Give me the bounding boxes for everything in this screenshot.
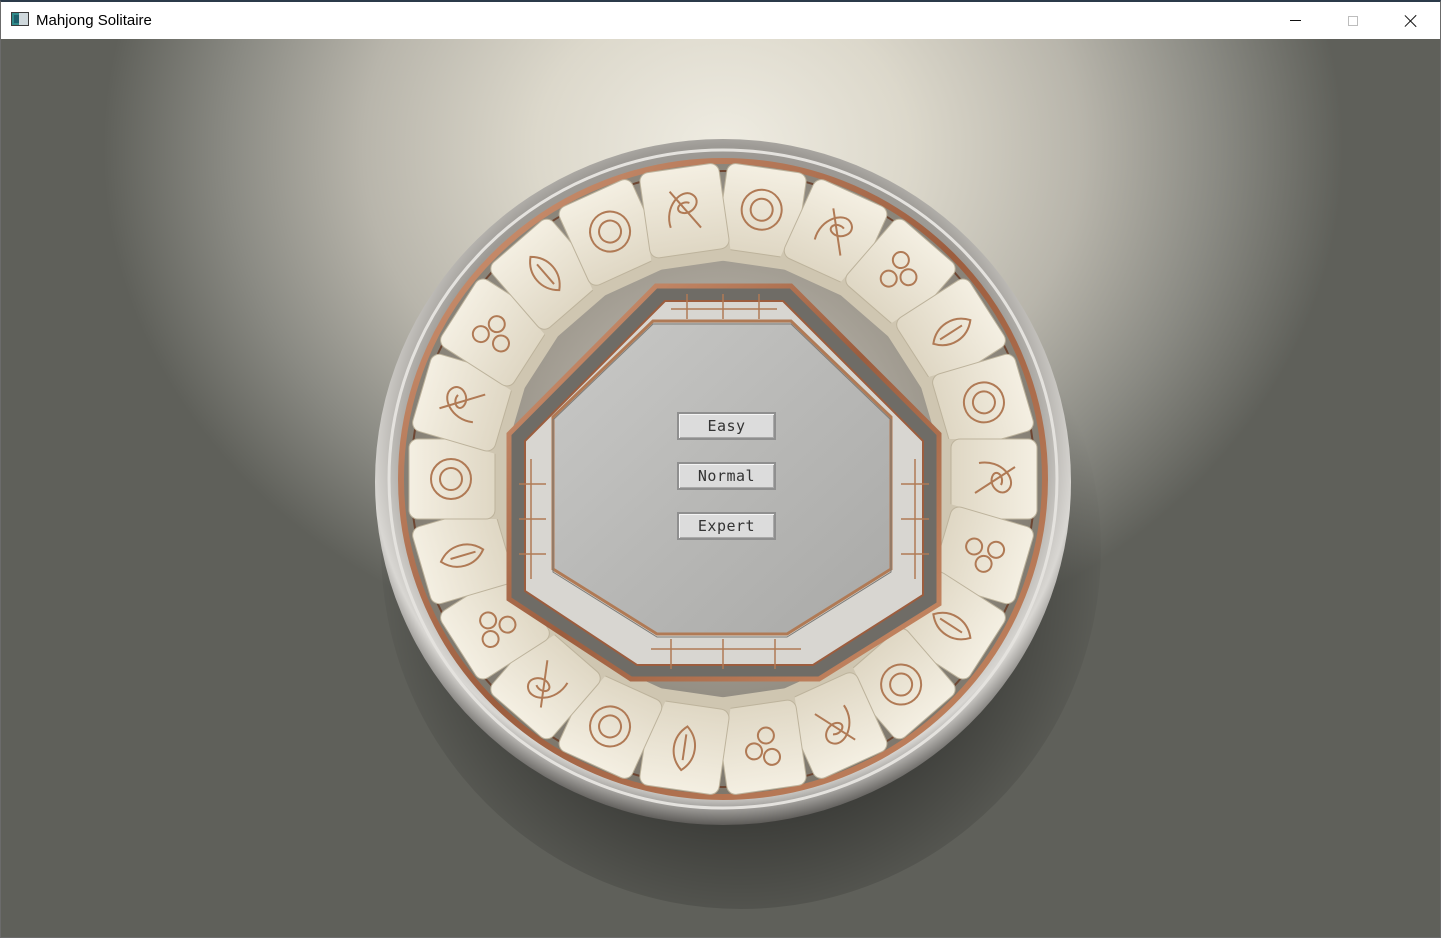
app-window: Mahjong Solitaire Easy Normal Expert <box>0 0 1441 938</box>
tile-face <box>950 438 1038 520</box>
close-button[interactable] <box>1382 2 1440 39</box>
tile-face <box>639 163 730 259</box>
maximize-icon <box>1348 15 1358 26</box>
normal-button[interactable]: Normal <box>677 462 776 490</box>
mahjong-tile[interactable] <box>639 162 732 270</box>
game-area: Easy Normal Expert <box>1 39 1440 937</box>
title-bar: Mahjong Solitaire <box>1 2 1440 39</box>
window-title: Mahjong Solitaire <box>36 12 152 29</box>
minimize-button[interactable] <box>1266 2 1324 39</box>
close-icon <box>1404 14 1418 28</box>
easy-button[interactable]: Easy <box>677 412 776 440</box>
maximize-button[interactable] <box>1324 2 1382 39</box>
app-icon <box>11 12 29 26</box>
minimize-icon <box>1289 20 1301 21</box>
tile-face <box>408 438 496 520</box>
expert-button[interactable]: Expert <box>677 512 776 540</box>
